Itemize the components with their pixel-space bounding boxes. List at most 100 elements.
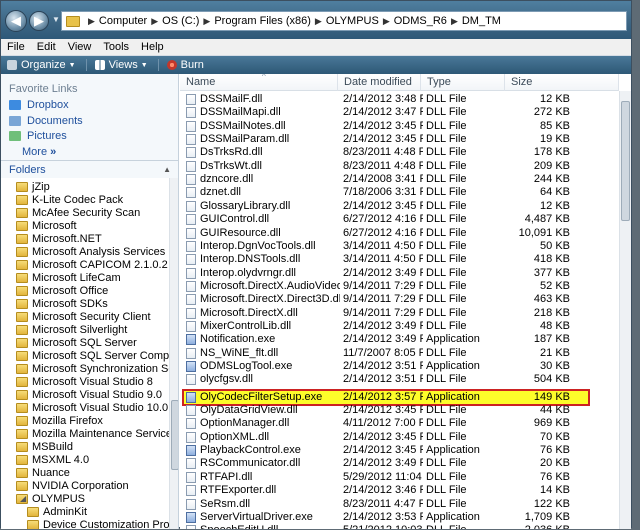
table-row[interactable]: DsTrksWt.dll 8/23/2011 4:48 PMDLL File 209… (180, 160, 631, 173)
organize-button[interactable]: Organize ▼ (7, 59, 76, 71)
table-row[interactable]: SeRsm.dll 8/23/2011 4:47 PMDLL File 122 KB (180, 498, 631, 511)
tree-item[interactable]: Microsoft Security Client (16, 310, 151, 323)
folders-header[interactable]: Folders ▲ (1, 160, 178, 178)
table-row[interactable]: ODMSLogTool.exe 2/14/2012 3:51 PMApplicat… (180, 360, 631, 373)
tree-item[interactable]: Microsoft SQL Server (16, 336, 137, 349)
menu-item-edit[interactable]: Edit (37, 41, 56, 53)
scrollbar-thumb[interactable] (171, 400, 178, 470)
burn-button[interactable]: Burn (166, 59, 204, 71)
table-row[interactable]: RTFExporter.dll 2/14/2012 3:46 PMDLL File… (180, 484, 631, 497)
tree-item[interactable]: jZip (16, 180, 50, 193)
tree-item[interactable]: Microsoft Visual Studio 8 (16, 375, 153, 388)
tree-item[interactable]: Microsoft Visual Studio 10.0 (16, 401, 168, 414)
file-list-scrollbar[interactable] (619, 91, 631, 529)
expander-icon[interactable]: ◢ (20, 494, 26, 503)
favorite-link-dropbox[interactable]: Dropbox (9, 99, 69, 111)
table-row[interactable]: DSSMailParam.dll 2/14/2012 3:45 PMDLL Fil… (180, 133, 631, 146)
breadcrumb-item[interactable]: OLYMPUS (326, 15, 379, 27)
tree-item[interactable]: Nuance (16, 466, 70, 479)
table-row[interactable]: Microsoft.DirectX.dll 9/14/2011 7:29 PMDL… (180, 307, 631, 320)
table-row[interactable]: olycfgsv.dll 2/14/2012 3:51 PMDLL File 504… (180, 373, 631, 386)
column-header-type[interactable]: Type (421, 74, 505, 91)
breadcrumb-separator-icon[interactable]: ▶ (151, 16, 158, 27)
tree-item[interactable]: Microsoft.NET (16, 232, 102, 245)
back-button[interactable]: ◀ (5, 10, 27, 32)
tree-item[interactable]: Microsoft SQL Server Compact Edition (16, 349, 169, 362)
breadcrumb-separator-icon[interactable]: ▶ (451, 16, 458, 27)
table-row[interactable]: OptionXML.dll 2/14/2012 3:45 PMDLL File 70… (180, 431, 631, 444)
history-dropdown-icon[interactable]: ▼ (52, 15, 60, 24)
breadcrumb-separator-icon[interactable]: ▶ (383, 16, 390, 27)
column-header-size[interactable]: Size (505, 74, 619, 91)
file-type: DLL File (426, 293, 467, 306)
tree-item[interactable]: Microsoft Visual Studio 9.0 (16, 388, 162, 401)
table-row[interactable]: NS_WiNE_flt.dll 11/7/2007 8:05 PMDLL File… (180, 347, 631, 360)
table-row[interactable]: RSCommunicator.dll 2/14/2012 3:49 PMDLL F… (180, 457, 631, 470)
table-row[interactable]: DSSMailMapi.dll 2/14/2012 3:47 PMDLL File… (180, 106, 631, 119)
address-field[interactable]: ▶ Computer ▶ OS (C:) ▶ Program Files (x86) ▶ OL… (61, 11, 627, 31)
table-row[interactable]: DsTrksRd.dll 8/23/2011 4:48 PMDLL File 178… (180, 146, 631, 159)
table-row[interactable]: Microsoft.DirectX.Direct3D.dll 9/14/2011 … (180, 293, 631, 306)
breadcrumb-item[interactable]: DM_TM (462, 15, 501, 27)
table-row[interactable]: GUIControl.dll 6/27/2012 4:16 PMDLL File 4… (180, 213, 631, 226)
tree-item[interactable]: Microsoft Analysis Services (16, 245, 165, 258)
table-row[interactable]: Microsoft.DirectX.AudioVideoPlayb...9/14… (180, 280, 631, 293)
tree-item[interactable]: MSXML 4.0 (16, 453, 89, 466)
table-row[interactable]: DSSMailF.dll 2/14/2012 3:48 PMDLL File 12 … (180, 93, 631, 106)
tree-item[interactable]: AdminKit (27, 505, 87, 518)
column-header-date[interactable]: Date modified (338, 74, 421, 91)
menu-item-help[interactable]: Help (141, 41, 164, 53)
breadcrumb-item[interactable]: ODMS_R6 (394, 15, 447, 27)
tree-item[interactable]: Microsoft SDKs (16, 297, 108, 310)
breadcrumb-item[interactable]: Program Files (x86) (214, 15, 311, 27)
table-row[interactable]: GUIResource.dll 6/27/2012 4:16 PMDLL File… (180, 227, 631, 240)
tree-item[interactable]: NVIDIA Corporation (16, 479, 129, 492)
tree-item[interactable]: Mozilla Maintenance Service (16, 427, 169, 440)
tree-item[interactable]: Mozilla Firefox (16, 414, 103, 427)
table-row[interactable]: OptionManager.dll 4/11/2012 7:00 PMDLL Fi… (180, 417, 631, 430)
tree-item[interactable]: Device Customization Program (27, 518, 169, 529)
tree-item[interactable]: ◢ OLYMPUS (16, 492, 85, 505)
table-row-highlighted[interactable]: OlyCodecFilterSetup.exe 2/14/2012 3:57 PM… (180, 391, 631, 404)
scrollbar-thumb[interactable] (621, 101, 630, 221)
folder-tree-scrollbar[interactable] (169, 178, 178, 529)
breadcrumb-separator-icon[interactable]: ▶ (88, 16, 95, 27)
tree-item[interactable]: Microsoft (16, 219, 77, 232)
tree-item[interactable]: Microsoft Office (16, 284, 108, 297)
table-row[interactable]: dznet.dll 7/18/2006 3:31 PMDLL File 64 KB (180, 186, 631, 199)
more-links[interactable]: More » (22, 146, 56, 158)
file-type: Application (426, 360, 480, 372)
table-row[interactable]: OlyDataGridView.dll 2/14/2012 3:45 PMDLL … (180, 404, 631, 417)
tree-item[interactable]: McAfee Security Scan (16, 206, 140, 219)
tree-item[interactable]: Microsoft LifeCam (16, 271, 121, 284)
table-row[interactable]: MixerControlLib.dll 2/14/2012 3:49 PMDLL … (180, 320, 631, 333)
breadcrumb-item[interactable]: Computer (99, 15, 147, 27)
views-button[interactable]: Views ▼ (94, 59, 148, 71)
tree-item[interactable]: Microsoft Synchronization Services (16, 362, 169, 375)
table-row[interactable]: RTFAPI.dll 5/29/2012 11:04 AMDLL File 76 K… (180, 471, 631, 484)
breadcrumb-separator-icon[interactable]: ▶ (203, 16, 210, 27)
column-header-name[interactable]: Name ^ (180, 74, 338, 91)
breadcrumb-item[interactable]: OS (C:) (162, 15, 199, 27)
favorite-link-pictures[interactable]: Pictures (9, 130, 67, 142)
tree-item[interactable]: Microsoft CAPICOM 2.1.0.2 (16, 258, 168, 271)
table-row[interactable]: DSSMailNotes.dll 2/14/2012 3:45 PMDLL Fil… (180, 120, 631, 133)
table-row[interactable]: dzncore.dll 2/14/2008 3:41 PMDLL File 244 … (180, 173, 631, 186)
table-row[interactable]: GlossaryLibrary.dll 2/14/2012 3:45 PMDLL … (180, 200, 631, 213)
tree-item[interactable]: Microsoft Silverlight (16, 323, 127, 336)
table-row[interactable]: SpeechEditU.dll 5/21/2012 10:03 PMDLL Fil… (180, 524, 631, 529)
menu-item-tools[interactable]: Tools (103, 41, 129, 53)
table-row[interactable]: PlaybackControl.exe 2/14/2012 3:45 PMAppl… (180, 444, 631, 457)
table-row[interactable]: Interop.DgnVocTools.dll 3/14/2011 4:50 PM… (180, 240, 631, 253)
table-row[interactable]: Interop.DNSTools.dll 3/14/2011 4:50 PMDLL… (180, 253, 631, 266)
menu-item-view[interactable]: View (68, 41, 92, 53)
forward-button[interactable]: ▶ (29, 11, 49, 31)
table-row[interactable]: Notification.exe 2/14/2012 3:49 PMApplica… (180, 333, 631, 346)
breadcrumb-separator-icon[interactable]: ▶ (315, 16, 322, 27)
tree-item[interactable]: MSBuild (16, 440, 73, 453)
table-row[interactable]: ServerVirtualDriver.exe 2/14/2012 3:53 PM… (180, 511, 631, 524)
menu-item-file[interactable]: File (7, 41, 25, 53)
table-row[interactable]: Interop.olydvrngr.dll 2/14/2012 3:49 PMDL… (180, 267, 631, 280)
favorite-link-documents[interactable]: Documents (9, 115, 83, 127)
tree-item[interactable]: K-Lite Codec Pack (16, 193, 123, 206)
